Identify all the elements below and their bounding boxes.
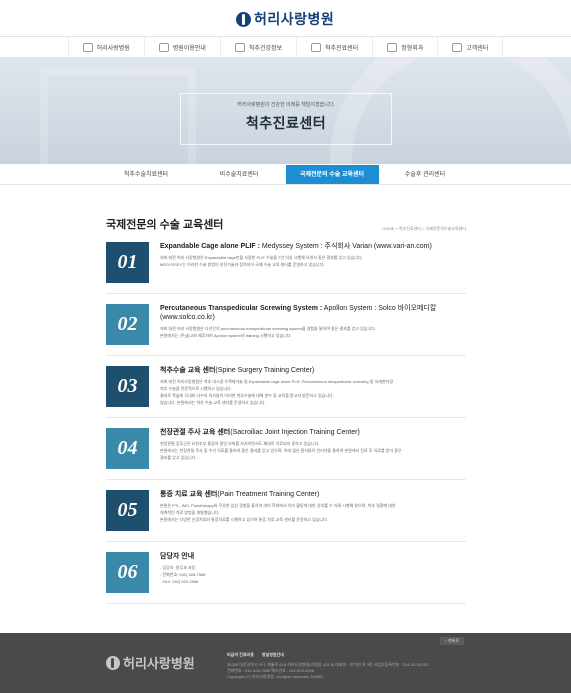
item-title-rest: (Spine Surgery Training Center) xyxy=(215,367,315,374)
nav-item-spine-center[interactable]: 척추진료센터 xyxy=(297,37,374,57)
training-item: 02 Percutaneous Transpedicular Screwing S… xyxy=(106,294,466,356)
item-title: 천장관절 주사 교육 센터(Sacroiliac Joint Injection… xyxy=(160,428,466,437)
footer-link-rooms[interactable]: 병실병원안내 xyxy=(262,652,284,658)
scroll-top-button[interactable]: ↑ 맨위로 xyxy=(440,637,464,645)
main-navigation: 허리사랑병원 병원이용안내 척추건강정보 척추진료센터 정형외과 고객센터 xyxy=(0,36,571,58)
item-description-line: - FAX: 042) 529-2588 xyxy=(160,579,199,584)
training-item: 06 담당자 안내 - 담당자: 원무과 과장 - 전화번호: 042) 528-75… xyxy=(106,542,466,604)
item-title: 담당자 안내 xyxy=(160,552,466,561)
hero-title: 척추진료센터 xyxy=(245,115,327,131)
logo-mark-icon xyxy=(236,11,251,27)
item-text: 담당자 안내 - 담당자: 원무과 과장 - 전화번호: 042) 528-7588… xyxy=(160,552,466,593)
nav-label: 허리사랑병원 xyxy=(96,45,130,52)
item-number-badge: 03 xyxy=(106,366,149,407)
item-title-rest: (Sacroiliac Joint Injection Training Cen… xyxy=(230,429,360,436)
site-logo[interactable]: 허리사랑병원 xyxy=(236,9,334,29)
item-title-bold: 천장관절 주사 교육 센터 xyxy=(160,429,231,436)
page-title: 국제전문의 수술 교육센터 xyxy=(106,219,224,231)
item-number-badge: 06 xyxy=(106,552,149,593)
item-title-rest: Medyssey System : 주식회사 Varian (www.vari-… xyxy=(259,243,432,250)
item-description-line: 결과로 폭넓게 국내외 다수의 의사들이 이러한 척추수술에 대해 연수 및 교… xyxy=(160,393,334,398)
item-title-rest: (Pain Treatment Training Center) xyxy=(217,491,320,498)
footer-link-fees[interactable]: 비급여 진료비용 xyxy=(227,652,254,658)
hospital-icon xyxy=(82,42,93,52)
hero-banner: 허리사랑병원이 건강한 미래를 책임지겠습니다. 척추진료센터 xyxy=(0,58,571,164)
sub-tabs: 척추수술치료센터 비수술치료센터 국제전문의 수술 교육센터 수술후 관리센터 xyxy=(0,165,571,185)
hero-title-box: 허리사랑병원이 건강한 미래를 책임지겠습니다. 척추진료센터 xyxy=(180,93,392,145)
nav-label: 척추진료센터 xyxy=(325,45,359,52)
item-description-line: 결과를 얻고 있습니다. xyxy=(160,455,197,460)
info-icon xyxy=(234,42,245,52)
bone-icon xyxy=(387,42,398,52)
item-description-line: 본원은 PTL, IMS, Prolotherapy와 꾸준한 임상 경험을 통… xyxy=(160,503,396,508)
item-title-bold: 담당자 안내 xyxy=(160,553,195,560)
item-description-line: 척추 수술을 전문적으로 시행하고 있습니다. xyxy=(160,386,232,391)
training-item: 04 천장관절 주사 교육 센터(Sacroiliac Joint Injecti… xyxy=(106,418,466,480)
item-description-line: 있습니다. 본원에서는 척추 수술 교육 센터를 운영하고 있습니다. xyxy=(160,400,266,405)
footer-logo: 허리사랑병원 xyxy=(106,653,195,672)
item-description-line: 본원에서는 (주)솔고와 제휴하여 Apollon system의 traini… xyxy=(160,333,292,338)
item-number-badge: 01 xyxy=(106,242,149,283)
top-header: 허리사랑병원 xyxy=(0,0,571,36)
item-title-bold: Expandable Cage alone PLIF : xyxy=(160,243,260,250)
training-list: 01 Expandable Cage alone PLIF : Medyssey … xyxy=(106,232,466,604)
nav-item-hospital[interactable]: 허리사랑병원 xyxy=(67,37,145,57)
item-text: Percutaneous Transpedicular Screwing Sys… xyxy=(160,304,466,345)
page-heading: 국제전문의 수술 교육센터 HOME > 척추진료센터 > 국제전문의수술교육센… xyxy=(106,216,466,232)
item-text: Expandable Cage alone PLIF : Medyssey Sy… xyxy=(160,242,466,283)
footer-copyright: Copyright (C) 허리사랑병원. All rights reserve… xyxy=(227,674,324,679)
item-description-line: 체계적인 치료 방법을 개발했습니다. xyxy=(160,510,220,515)
item-title-bold: Percutaneous Transpedicular Screwing Sys… xyxy=(160,305,323,312)
item-description-line: 본원에서는 천장관절 주사 및 수기 치료를 통하여 좋은 결과를 얻고 있으며… xyxy=(160,448,402,453)
item-number-badge: 05 xyxy=(106,490,149,531)
item-description-line: - 담당자: 원무과 과장 xyxy=(160,565,196,570)
nav-label: 병원이용안내 xyxy=(172,45,206,52)
item-title: Percutaneous Transpedicular Screwing Sys… xyxy=(160,304,466,322)
nav-label: 정형외과 xyxy=(401,45,424,52)
item-description-line: 저희 대전 허리 사랑병원은 다년간의 percutaneous transpe… xyxy=(160,326,376,331)
tab-nonsurgical-center[interactable]: 비수술치료센터 xyxy=(193,165,286,184)
item-text: 척추수술 교육 센터(Spine Surgery Training Center… xyxy=(160,366,466,407)
item-description-line: 천장관절 증후군은 요천추부 통증의 원인 부위를 차지하면서도 제대로 치료되… xyxy=(160,441,320,446)
guide-icon xyxy=(158,42,169,52)
nav-label: 고객센터 xyxy=(466,45,489,52)
item-text: 천장관절 주사 교육 센터(Sacroiliac Joint Injection… xyxy=(160,428,466,469)
training-item: 01 Expandable Cage alone PLIF : Medyssey … xyxy=(106,232,466,294)
hero-subtitle: 허리사랑병원이 건강한 미래를 책임지겠습니다. xyxy=(237,102,335,108)
item-title-bold: 척추수술 교육 센터 xyxy=(160,367,216,374)
item-description-line: 저희 대전 허리 사랑병원은 Expandable cage만을 사용한 PLI… xyxy=(160,255,363,260)
item-number-badge: 02 xyxy=(106,304,149,345)
item-title: 통증 치료 교육 센터(Pain Treatment Training Cent… xyxy=(160,490,466,499)
item-number-badge: 04 xyxy=(106,428,149,469)
item-description-line: - 전화번호: 042) 528-7588 xyxy=(160,572,206,577)
nav-item-health-info[interactable]: 척추건강정보 xyxy=(221,37,298,57)
main-content: 국제전문의 수술 교육센터 HOME > 척추진료센터 > 국제전문의수술교육센… xyxy=(0,216,571,604)
training-item: 03 척추수술 교육 센터(Spine Surgery Training Cent… xyxy=(106,356,466,418)
tab-postop-center[interactable]: 수술후 관리센터 xyxy=(379,165,472,184)
footer-logo-mark-icon xyxy=(106,655,120,670)
nav-item-orthopedics[interactable]: 정형외과 xyxy=(373,37,439,57)
training-item: 05 통증 치료 교육 센터(Pain Treatment Training Ce… xyxy=(106,480,466,542)
footer-logo-text: 허리사랑병원 xyxy=(123,656,195,671)
item-text: 통증 치료 교육 센터(Pain Treatment Training Cent… xyxy=(160,490,466,531)
item-title: Expandable Cage alone PLIF : Medyssey Sy… xyxy=(160,242,466,251)
item-description-line: MEDYSSEY는 이러한 수술 방법이 선진기술과 접목되어 국제 수술 교육… xyxy=(160,262,325,267)
item-description-line: 저희 대전 허리사랑병원은 척추 내시경 수핵제거술 및 Expandable … xyxy=(160,379,393,384)
nav-item-guide[interactable]: 병원이용안내 xyxy=(145,37,221,57)
support-icon xyxy=(452,42,463,52)
nav-item-support[interactable]: 고객센터 xyxy=(438,37,504,57)
item-description-line: 본원에서는 다양한 신경치료와 통증치료를 시행하고 있으며 통증 치료 교육 … xyxy=(160,517,328,522)
breadcrumb: HOME > 척추진료센터 > 국제전문의수술교육센터 xyxy=(382,226,466,231)
footer-links: 비급여 진료비용 병실병원안내 xyxy=(227,652,472,658)
item-title-bold: 통증 치료 교육 센터 xyxy=(160,491,218,498)
tab-surgery-center[interactable]: 척추수술치료센터 xyxy=(100,165,193,184)
tab-training-center[interactable]: 국제전문의 수술 교육센터 xyxy=(285,165,379,184)
footer-info: 비급여 진료비용 병실병원안내 35265 대전광역시 서구 계룡로 618 허… xyxy=(227,652,472,680)
footer: ↑ 맨위로 허리사랑병원 비급여 진료비용 병실병원안내 35265 대전광역시… xyxy=(0,633,571,693)
nav-label: 척추건강정보 xyxy=(248,45,283,52)
spine-icon xyxy=(311,42,322,52)
item-title: 척추수술 교육 센터(Spine Surgery Training Center… xyxy=(160,366,466,375)
logo-text: 허리사랑병원 xyxy=(254,11,335,27)
